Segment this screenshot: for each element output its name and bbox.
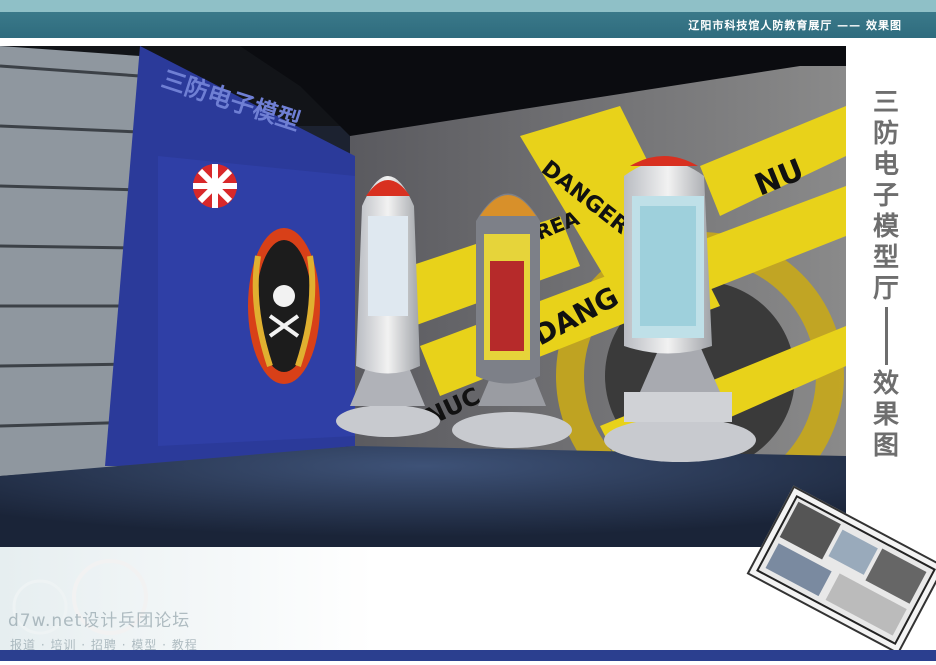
skull-icon bbox=[273, 285, 295, 307]
rendered-scene: DANGER AREA AREA DANG NUC NU 三防电子模型 bbox=[0, 46, 846, 547]
subtitle-char: 图 bbox=[872, 431, 899, 461]
rocket-screen-content bbox=[490, 261, 524, 351]
rocket-plinth bbox=[624, 392, 732, 422]
watermark: d7w.net设计兵团论坛 bbox=[8, 611, 191, 631]
title-char: 电 bbox=[872, 150, 899, 180]
scene-illustration: DANGER AREA AREA DANG NUC NU 三防电子模型 bbox=[0, 46, 846, 547]
rocket-screen-content bbox=[640, 206, 696, 326]
title-char: 三 bbox=[872, 88, 899, 118]
title-char: 防 bbox=[872, 119, 899, 149]
header-light-strip bbox=[0, 0, 936, 12]
rocket-screen bbox=[368, 216, 408, 316]
rocket-base bbox=[452, 412, 572, 448]
bottom-band bbox=[0, 650, 936, 661]
subtitle-char: 果 bbox=[872, 400, 899, 430]
title-char: 子 bbox=[872, 181, 899, 211]
rocket-base bbox=[604, 418, 756, 462]
title-char: 模 bbox=[872, 212, 899, 242]
subtitle-char: 效 bbox=[872, 369, 899, 399]
title-char: 厅 bbox=[872, 274, 899, 304]
vertical-title: 三 防 电 子 模 型 厅 效 果 图 bbox=[860, 88, 912, 462]
rocket-base bbox=[336, 405, 440, 437]
header-title: 辽阳市科技馆人防教育展厅 —— 效果图 bbox=[688, 19, 902, 32]
title-divider bbox=[884, 307, 888, 365]
header-bar: 辽阳市科技馆人防教育展厅 —— 效果图 bbox=[0, 0, 936, 38]
title-char: 型 bbox=[872, 243, 899, 273]
